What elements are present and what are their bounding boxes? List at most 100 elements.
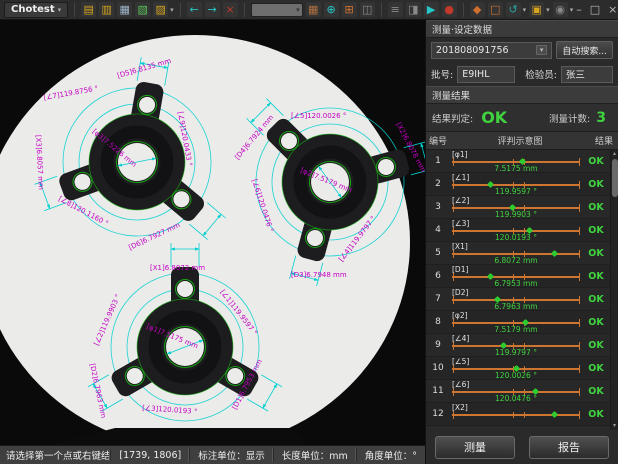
chevron-down-icon[interactable]: ▾ — [170, 6, 174, 14]
table-row[interactable]: 4 [∠3] 120.0193 ° OK — [426, 219, 610, 242]
row-number: 1 — [426, 150, 450, 172]
status-bar: 请选择第一个点或右键结束 [1739, 1806] 标注单位：显示 长度单位：m… — [0, 445, 425, 464]
row-feature-label: [∠6] — [452, 380, 469, 389]
row-feature-label: [X1] — [452, 242, 468, 251]
results-table[interactable]: 1 [φ1] 7.5175 mm OK 2 [∠1] 1 — [426, 150, 618, 430]
save-icon[interactable]: ▦ — [117, 2, 132, 17]
table-row[interactable]: 12 [X2] OK — [426, 403, 610, 426]
rotate-tool-icon[interactable]: ↺ — [506, 2, 521, 17]
row-feature-label: [∠4] — [452, 334, 469, 343]
row-number: 5 — [426, 242, 450, 264]
row-value: 120.0476 ° — [450, 394, 582, 403]
table-row[interactable]: 1 [φ1] 7.5175 mm OK — [426, 150, 610, 173]
tolerance-bar — [452, 391, 580, 393]
run-measure-icon[interactable]: ▶ — [424, 2, 439, 17]
header-schematic: 评判示意图 — [450, 134, 590, 147]
delete-icon[interactable]: × — [223, 2, 238, 17]
tolerance-bar — [452, 414, 580, 416]
list-icon[interactable]: ≡ — [388, 2, 403, 17]
edit-program-icon[interactable]: ▧ — [135, 2, 150, 17]
scroll-up-icon[interactable]: ▴ — [613, 150, 616, 158]
row-number: 2 — [426, 173, 450, 195]
toolbar-separator — [180, 3, 181, 17]
row-result: OK — [582, 403, 610, 425]
table-row[interactable]: 10 [∠5] 120.0026 ° OK — [426, 357, 610, 380]
tolerance-bar — [452, 230, 580, 232]
panel-icon[interactable]: ◨ — [406, 2, 421, 17]
record-stop-icon[interactable]: ● — [442, 2, 457, 17]
chevron-down-icon[interactable]: ▾ — [546, 6, 550, 14]
row-value: 119.9797 ° — [450, 348, 582, 357]
status-hint: 请选择第一个点或右键结束 — [0, 448, 110, 462]
dim-label: [∠5]120.0026 ° — [291, 112, 346, 120]
undo-back-icon[interactable]: ← — [187, 2, 202, 17]
magnifier-icon[interactable]: ⊕ — [324, 2, 339, 17]
maximize-button[interactable]: □ — [590, 4, 600, 15]
select-tool-icon[interactable]: □ — [488, 2, 503, 17]
table-row[interactable]: 5 [X1] 6.8072 mm OK — [426, 242, 610, 265]
verdict-value: OK — [481, 108, 507, 127]
window-controls: – □ × — [576, 4, 618, 15]
report-button[interactable]: 报告 — [529, 436, 609, 459]
row-result: OK — [582, 196, 610, 218]
batch-input[interactable]: E9IHL — [457, 66, 515, 83]
tolerance-bar — [452, 299, 580, 301]
measure-button[interactable]: 测量 — [435, 436, 515, 459]
inspector-input[interactable]: 张三 — [561, 66, 613, 83]
row-result: OK — [582, 219, 610, 241]
close-button[interactable]: × — [608, 4, 617, 15]
table-row[interactable]: 11 [∠6] 120.0476 ° OK — [426, 380, 610, 403]
row-number: 10 — [426, 357, 450, 379]
table-row[interactable]: 9 [∠4] 119.9797 ° OK — [426, 334, 610, 357]
inspector-label: 检验员: — [525, 67, 557, 81]
dataset-value: 201808091756 — [436, 45, 509, 56]
table-row[interactable]: 8 [φ2] 7.5179 mm OK — [426, 311, 610, 334]
scrollbar-thumb[interactable] — [612, 159, 618, 197]
row-feature-label: [φ2] — [452, 311, 468, 320]
layers-icon[interactable]: ▣ — [529, 2, 544, 17]
app-menu-button[interactable]: Chotest ▾ — [4, 2, 68, 18]
new-file-icon[interactable]: ▤ — [81, 2, 96, 17]
table-scrollbar[interactable]: ▴ ▾ — [610, 150, 618, 430]
table-row[interactable]: 3 [∠2] 119.9903 ° OK — [426, 196, 610, 219]
row-number: 3 — [426, 196, 450, 218]
minimize-button[interactable]: – — [576, 4, 582, 15]
pick-tool-icon[interactable]: ◆ — [470, 2, 485, 17]
batch-row: 批号: E9IHL 检验员: 张三 — [426, 62, 618, 86]
dataset-dropdown[interactable]: 201808091756 ▾ — [431, 42, 552, 59]
image-view-icon[interactable]: ▦ — [306, 2, 321, 17]
row-number: 9 — [426, 334, 450, 356]
row-value: 7.5179 mm — [450, 325, 582, 334]
user-profile-icon[interactable]: ◉ — [553, 2, 568, 17]
redo-forward-icon[interactable]: → — [205, 2, 220, 17]
open-folder-icon[interactable]: ▥ — [99, 2, 114, 17]
table-row[interactable]: 2 [∠1] 119.9597 ° OK — [426, 173, 610, 196]
tolerance-bar — [452, 161, 580, 163]
chevron-down-icon[interactable]: ▾ — [523, 6, 527, 14]
view-select-combobox[interactable]: ▾ — [251, 3, 303, 17]
chevron-down-icon[interactable]: ▾ — [536, 45, 548, 55]
row-result: OK — [582, 357, 610, 379]
row-feature-label: [X2] — [452, 403, 468, 412]
camera-view-icon[interactable]: ◫ — [360, 2, 375, 17]
measured-value-marker — [551, 411, 558, 418]
row-number: 4 — [426, 219, 450, 241]
row-value: 6.7953 mm — [450, 279, 582, 288]
chevron-down-icon[interactable]: ▾ — [570, 6, 574, 14]
scroll-down-icon[interactable]: ▾ — [613, 422, 616, 430]
row-feature-label: [D2] — [452, 288, 468, 297]
toolbar-separator — [463, 3, 464, 17]
tolerance-bar — [452, 322, 580, 324]
measurement-canvas[interactable]: [D5]6.8135 mm [∠7]119.8756 ° [∠9]120.043… — [0, 20, 425, 445]
save-as-icon[interactable]: ▨ — [153, 2, 168, 17]
measurement-panel: 测量·设定数据 201808091756 ▾ 自动搜索... 批号: E9IHL… — [425, 20, 618, 464]
table-row[interactable]: 7 [D2] 6.7963 mm OK — [426, 288, 610, 311]
app-title: Chotest — [11, 4, 55, 15]
grid-icon[interactable]: ⊞ — [342, 2, 357, 17]
auto-search-button[interactable]: 自动搜索... — [556, 41, 613, 59]
table-row[interactable]: 6 [D1] 6.7953 mm OK — [426, 265, 610, 288]
row-result: OK — [582, 380, 610, 402]
row-result: OK — [582, 265, 610, 287]
verdict-label: 结果判定: — [432, 111, 473, 125]
dataset-row: 201808091756 ▾ 自动搜索... — [426, 38, 618, 62]
